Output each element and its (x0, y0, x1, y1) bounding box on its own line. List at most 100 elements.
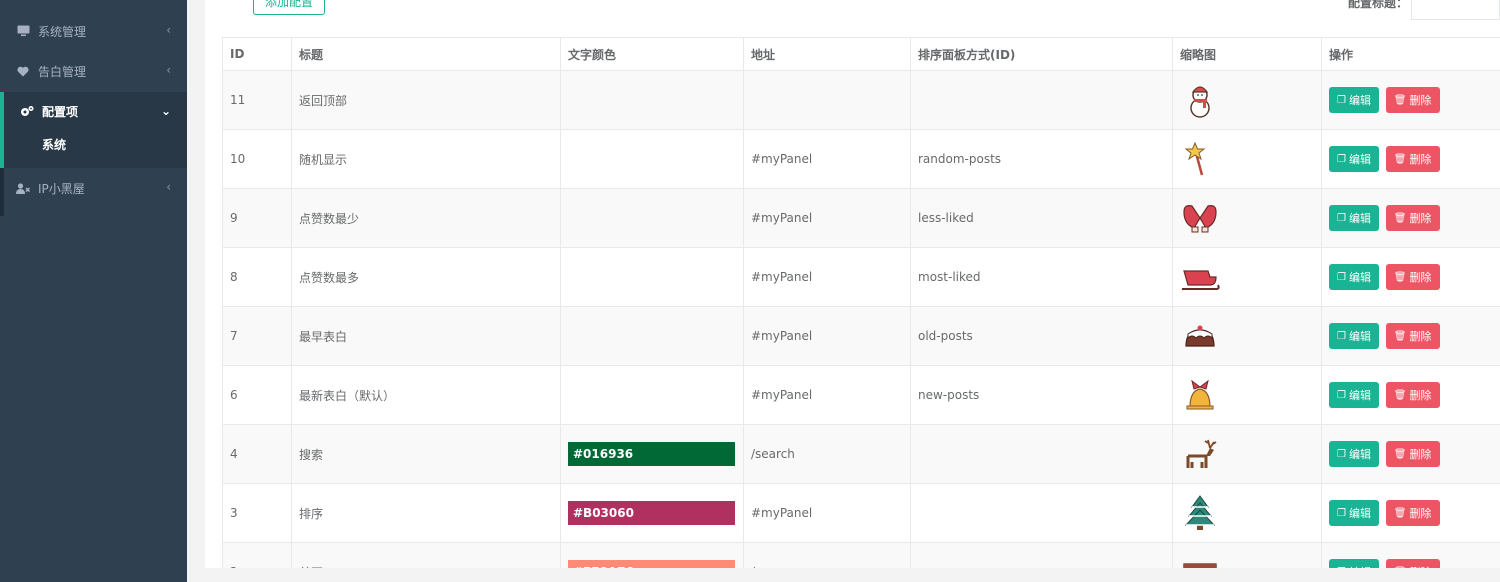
cell-address (743, 70, 911, 130)
edit-button[interactable]: ❐编辑 (1329, 500, 1379, 526)
cell-panel (910, 424, 1173, 484)
cell-thumbnail (1172, 483, 1322, 543)
cell-title: 点赞数最多 (291, 247, 561, 307)
cell-address: #myPanel (743, 306, 911, 366)
sidebar-item-ip-blacklist[interactable]: IP小黑屋 ‹ (0, 168, 187, 208)
copy-icon: ❐ (1337, 448, 1346, 460)
cell-thumbnail (1172, 365, 1322, 425)
cell-title: 搜索 (291, 424, 561, 484)
edit-button[interactable]: ❐编辑 (1329, 441, 1379, 467)
tree-icon (1180, 493, 1314, 533)
column-header-panel[interactable]: 排序面板方式(ID) (910, 37, 1173, 71)
cell-title: 返回顶部 (291, 70, 561, 130)
reindeer-icon (1180, 434, 1314, 474)
row-id: 10 (230, 152, 246, 166)
chevron-down-icon: ⌄ (160, 104, 171, 118)
chevron-left-icon: ‹ (166, 63, 171, 77)
delete-button[interactable]: 🗑︎删除 (1385, 500, 1440, 526)
edit-label: 编辑 (1348, 507, 1371, 520)
cell-panel: old-posts (910, 306, 1173, 366)
delete-label: 删除 (1409, 448, 1432, 461)
user-block-icon (16, 181, 30, 195)
main-content: 添加配置 配置标题： ID 标题 文字颜色 地址 排序面板方式(ID) 缩略图 … (187, 0, 1500, 582)
cell-color: #016936 (560, 424, 744, 484)
cell-actions: ❐编辑 🗑︎删除 (1321, 70, 1500, 130)
cell-id: 9 (222, 188, 292, 248)
delete-button[interactable]: 🗑︎删除 (1385, 205, 1440, 231)
row-title: 随机显示 (299, 152, 348, 167)
cell-color (560, 247, 744, 307)
bell-icon (1180, 375, 1314, 415)
cell-id: 7 (222, 306, 292, 366)
cell-actions: ❐编辑 🗑︎删除 (1321, 483, 1500, 543)
cell-id: 11 (222, 70, 292, 130)
cell-panel: random-posts (910, 129, 1173, 189)
edit-button[interactable]: ❐编辑 (1329, 382, 1379, 408)
delete-button[interactable]: 🗑︎删除 (1385, 323, 1440, 349)
edit-button[interactable]: ❐编辑 (1329, 146, 1379, 172)
trash-icon: 🗑︎ (1393, 507, 1407, 519)
delete-label: 删除 (1409, 271, 1432, 284)
cell-id: 4 (222, 424, 292, 484)
row-id: 7 (230, 329, 238, 343)
table-row[interactable]: 8 点赞数最多 #myPanel most-liked ❐ 编辑 🗑︎ 删除 (222, 247, 1500, 307)
sidebar-item-confession-management[interactable]: 告白管理 ‹ (0, 51, 187, 91)
cell-address: #myPanel (743, 247, 911, 307)
cell-address: #myPanel (743, 188, 911, 248)
edit-button[interactable]: ❐编辑 (1329, 323, 1379, 349)
delete-label: 删除 (1409, 330, 1432, 343)
magic-wand-icon (1180, 139, 1314, 179)
delete-label: 删除 (1409, 212, 1432, 225)
cell-thumbnail (1172, 188, 1322, 248)
row-id: 9 (230, 211, 238, 225)
chevron-left-icon: ‹ (166, 180, 171, 194)
column-header-id[interactable]: ID (222, 37, 292, 71)
delete-label: 删除 (1409, 507, 1432, 520)
row-id: 8 (230, 270, 238, 284)
search-input[interactable] (1411, 0, 1500, 20)
row-panel: most-liked (918, 270, 981, 284)
table-row[interactable]: 10 随机显示 #myPanel random-posts ❐ 编辑 🗑︎ 删除 (222, 129, 1500, 189)
cell-actions: ❐编辑 🗑︎删除 (1321, 188, 1500, 248)
row-panel: old-posts (918, 329, 973, 343)
copy-icon: ❐ (1337, 389, 1346, 401)
column-header-text-color[interactable]: 文字颜色 (560, 37, 744, 71)
table-row[interactable]: 3 排序 #B03060 #myPanel ❐ 编辑 🗑︎ 删除 (222, 483, 1500, 543)
delete-button[interactable]: 🗑︎删除 (1385, 382, 1440, 408)
edit-button[interactable]: ❐编辑 (1329, 264, 1379, 290)
row-panel: new-posts (918, 388, 980, 402)
sidebar-item-config[interactable]: 配置项 ⌄ (0, 92, 187, 130)
cell-panel (910, 483, 1173, 543)
row-address: #myPanel (751, 270, 813, 284)
cell-actions: ❐编辑 🗑︎删除 (1321, 365, 1500, 425)
cell-panel: new-posts (910, 365, 1173, 425)
table-row[interactable]: 7 最早表白 #myPanel old-posts ❐ 编辑 🗑︎ 删除 (222, 306, 1500, 366)
sidebar-subitem-system[interactable]: 系统 (42, 130, 66, 160)
table-row[interactable]: 4 搜索 #016936 /search ❐ 编辑 🗑︎ 删除 (222, 424, 1500, 484)
cell-id: 8 (222, 247, 292, 307)
add-config-button[interactable]: 添加配置 (253, 0, 325, 15)
table-row[interactable]: 9 点赞数最少 #myPanel less-liked ❐ 编辑 🗑︎ 删除 (222, 188, 1500, 248)
column-header-title[interactable]: 标题 (291, 37, 561, 71)
cell-id: 3 (222, 483, 292, 543)
edit-label: 编辑 (1348, 212, 1371, 225)
cell-id: 6 (222, 365, 292, 425)
cell-title: 排序 (291, 483, 561, 543)
delete-button[interactable]: 🗑︎删除 (1385, 87, 1440, 113)
cell-thumbnail (1172, 306, 1322, 366)
column-header-address[interactable]: 地址 (743, 37, 911, 71)
delete-button[interactable]: 🗑︎删除 (1385, 264, 1440, 290)
delete-button[interactable]: 🗑︎删除 (1385, 441, 1440, 467)
trash-icon: 🗑︎ (1393, 153, 1407, 165)
copy-icon: ❐ (1337, 330, 1346, 342)
edit-button[interactable]: ❐编辑 (1329, 205, 1379, 231)
sidebar-item-system-management[interactable]: 系统管理 ‹ (0, 11, 187, 51)
row-address: /search (751, 447, 795, 461)
table-row[interactable]: 11 返回顶部 ❐ 编辑 🗑︎ 删除 (222, 70, 1500, 130)
table-row[interactable]: 6 最新表白（默认） #myPanel new-posts ❐ 编辑 🗑︎ 删除 (222, 365, 1500, 425)
column-header-actions: 操作 (1321, 37, 1500, 71)
row-panel: random-posts (918, 152, 1002, 166)
cell-actions: ❐编辑 🗑︎删除 (1321, 129, 1500, 189)
edit-button[interactable]: ❐编辑 (1329, 87, 1379, 113)
delete-button[interactable]: 🗑︎删除 (1385, 146, 1440, 172)
